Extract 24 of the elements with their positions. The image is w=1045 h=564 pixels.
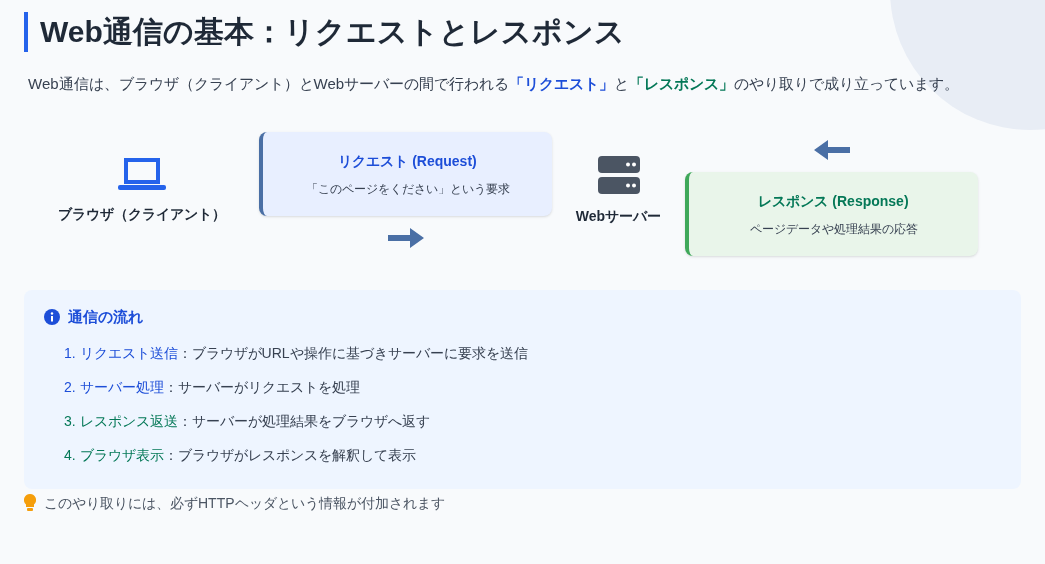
step-description: ：ブラウザがレスポンスを解釈して表示 <box>163 446 416 465</box>
arrow-right-icon <box>387 228 424 248</box>
step-label: 4. ブラウザ表示 <box>64 446 164 465</box>
step-label: 3. レスポンス返送 <box>64 412 178 431</box>
response-description: ページデータや処理結果の応答 <box>749 220 918 238</box>
step-label: 2. サーバー処理 <box>64 378 164 397</box>
info-icon <box>44 309 60 326</box>
step-description: ：サーバーがリクエストを処理 <box>163 378 360 397</box>
step-description: ：サーバーが処理結果をブラウザへ返す <box>177 412 430 431</box>
laptop-icon <box>116 156 167 192</box>
request-description: 「このページをください」という要求 <box>305 180 510 198</box>
step-label: 1. リクエスト送信 <box>64 344 178 363</box>
flow-title: 通信の流れ <box>68 307 143 327</box>
intro-paragraph: Web通信は、ブラウザ（クライアント）とWebサーバーの間で行われる「リクエスト」と「レスポンス」のやり取りで成り立っています。 <box>27 74 961 94</box>
page-title: Web通信の基本：リクエストとレスポンス <box>24 12 1021 52</box>
client-label: ブラウザ（クライアント） <box>57 205 226 224</box>
response-title: レスポンス (Response) <box>758 191 909 211</box>
server-icon <box>597 156 640 194</box>
arrow-left-icon <box>813 140 850 160</box>
step-description: ：ブラウザがURLや操作に基づきサーバーに要求を送信 <box>177 344 528 363</box>
note-text: このやり取りには、必ずHTTPヘッダという情報が付加されます <box>44 493 445 513</box>
server-label: Webサーバー <box>575 207 662 226</box>
request-title: リクエスト (Request) <box>338 151 477 171</box>
lightbulb-icon <box>24 494 36 512</box>
